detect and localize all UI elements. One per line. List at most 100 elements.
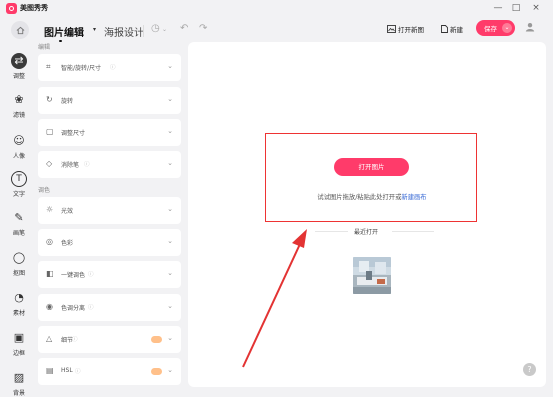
tool-label: 调整尺寸 xyxy=(61,130,86,137)
app-title: 美图秀秀 xyxy=(20,4,48,12)
chevron-down-icon[interactable]: ⌄ xyxy=(167,269,173,277)
eraser-icon: ◇ xyxy=(46,159,53,168)
history-icon[interactable]: ◷ xyxy=(151,23,160,34)
info-icon[interactable]: ⓘ xyxy=(72,335,78,343)
info-icon[interactable]: ⓘ xyxy=(75,367,81,375)
chevron-down-icon[interactable]: ⌄ xyxy=(167,237,173,245)
tab-image-edit[interactable]: 图片编辑 xyxy=(44,24,84,39)
chevron-down-icon[interactable]: ⌄ xyxy=(167,334,173,342)
rail-label: 画笔 xyxy=(12,230,25,237)
tool-detail[interactable]: △ 细节 ⓘ ⌄ xyxy=(38,326,181,353)
home-button[interactable] xyxy=(11,21,29,39)
rail-item-filter[interactable]: ❀ 滤镜 xyxy=(0,92,38,119)
tool-label: 一键调色 xyxy=(61,272,86,279)
tool-label: 色调分离 xyxy=(61,305,86,312)
sticker-icon: ◔ xyxy=(14,291,24,304)
rail-item-sticker[interactable]: ◔ 素材 xyxy=(0,290,38,317)
open-image-icon xyxy=(387,25,396,33)
open-image-button[interactable]: 打开图片 xyxy=(334,158,409,176)
tool-crop[interactable]: ⌗ 智能/旋转/尺寸 ⓘ ⌄ xyxy=(38,54,181,81)
tool-split-tone[interactable]: ◉ 色调分离 ⓘ ⌄ xyxy=(38,294,181,321)
save-button[interactable]: 保存 ⌄ xyxy=(476,20,515,36)
open-new-image-button[interactable]: 打开新图 xyxy=(387,24,424,34)
tool-label: 光效 xyxy=(61,208,74,215)
rail-item-text[interactable]: T 文字 xyxy=(0,171,38,198)
rail-label: 滤镜 xyxy=(12,112,25,119)
tool-eraser[interactable]: ◇ 消除笔 ⓘ ⌄ xyxy=(38,151,181,178)
adjust-icon: ⇄ xyxy=(11,53,27,69)
recent-image-thumbnail[interactable] xyxy=(353,257,391,294)
undo-icon[interactable]: ↶ xyxy=(180,23,188,34)
info-icon[interactable]: ⓘ xyxy=(88,303,94,311)
tool-label: 色彩 xyxy=(61,240,74,247)
chevron-down-icon[interactable]: ▾ xyxy=(93,26,96,33)
rail-label: 文字 xyxy=(12,191,25,198)
drop-hint-text: 试试图片拖放/粘贴此处打开或 xyxy=(317,194,402,201)
divider xyxy=(143,25,144,37)
chevron-down-icon[interactable]: ⌄ xyxy=(167,366,173,374)
rail-item-frame[interactable]: ▣ 边框 xyxy=(0,330,38,357)
rail-item-cutout[interactable]: ◯ 抠图 xyxy=(0,250,38,277)
redo-icon[interactable]: ↷ xyxy=(199,23,207,34)
split-tone-icon: ◉ xyxy=(46,302,53,311)
hsl-icon: ▤ xyxy=(46,366,54,375)
info-icon[interactable]: ⓘ xyxy=(88,270,94,278)
tool-one-click-color[interactable]: ◧ 一键调色 ⓘ ⌄ xyxy=(38,261,181,288)
chevron-down-icon[interactable]: ⌄ xyxy=(167,302,173,310)
vip-badge xyxy=(151,336,162,343)
canvas-area[interactable]: 打开图片 试试图片拖放/粘贴此处打开或新建画布 最近打开 ? xyxy=(188,42,546,387)
new-button[interactable]: 新建 xyxy=(441,24,463,34)
detail-icon: △ xyxy=(46,334,53,343)
chevron-down-icon[interactable]: ⌄ xyxy=(167,62,173,70)
vip-badge xyxy=(151,368,162,375)
new-label: 新建 xyxy=(450,26,463,34)
help-button[interactable]: ? xyxy=(523,363,536,376)
light-icon: ☼ xyxy=(46,205,54,214)
chevron-down-icon[interactable]: ⌄ xyxy=(167,159,173,167)
left-rail: ⇄ 调整 ❀ 滤镜 ☺ 人像 T 文字 ✎ 画笔 ◯ 抠图 ◔ 素材 ▣ 边框 … xyxy=(0,42,38,397)
chevron-down-icon[interactable]: ⌄ xyxy=(167,127,173,135)
section-label-edit: 编辑 xyxy=(38,44,51,51)
rail-label: 调整 xyxy=(12,73,25,80)
tool-color[interactable]: ◎ 色彩 ⌄ xyxy=(38,229,181,256)
chevron-down-icon[interactable]: ⌄ xyxy=(167,205,173,213)
user-icon[interactable] xyxy=(525,22,535,35)
cutout-icon: ◯ xyxy=(12,251,26,264)
chevron-down-icon[interactable]: ⌄ xyxy=(167,95,173,103)
tool-label: 消除笔 xyxy=(61,162,80,169)
color-icon: ◎ xyxy=(46,237,53,246)
top-toolbar: 图片编辑 ▾ 海报设计 ◷ ⌄ ↶ ↷ 打开新图 新建 保存 ⌄ xyxy=(0,14,553,42)
tool-hsl[interactable]: ▤ HSL ⓘ ⌄ xyxy=(38,358,181,385)
rail-item-adjust[interactable]: ⇄ 调整 xyxy=(0,53,38,80)
brush-icon: ✎ xyxy=(14,211,24,224)
save-label: 保存 xyxy=(484,25,497,33)
rail-label: 人像 xyxy=(12,153,25,160)
divider xyxy=(392,231,434,232)
open-image-dropzone[interactable]: 打开图片 试试图片拖放/粘贴此处打开或新建画布 xyxy=(265,133,477,222)
home-icon xyxy=(16,26,24,34)
new-canvas-link[interactable]: 新建画布 xyxy=(401,194,426,201)
filter-icon: ❀ xyxy=(14,93,24,106)
resize-icon: ▢ xyxy=(46,127,54,136)
rail-item-background[interactable]: ▨ 背景 xyxy=(0,370,38,397)
info-icon[interactable]: ⓘ xyxy=(84,160,90,168)
tool-resize[interactable]: ▢ 调整尺寸 ⌄ xyxy=(38,119,181,146)
maximize-button[interactable]: □ xyxy=(509,2,523,14)
tool-label: HSL xyxy=(61,367,73,374)
close-button[interactable]: × xyxy=(529,2,543,14)
tool-rotate[interactable]: ↻ 旋转 ⌄ xyxy=(38,87,181,114)
chevron-down-icon[interactable]: ⌄ xyxy=(502,23,512,33)
divider xyxy=(315,231,348,232)
crop-icon: ⌗ xyxy=(46,62,51,71)
tool-label: 旋转 xyxy=(61,98,74,105)
chevron-down-icon[interactable]: ⌄ xyxy=(162,26,167,33)
tool-light[interactable]: ☼ 光效 ⌄ xyxy=(38,197,181,224)
rail-item-brush[interactable]: ✎ 画笔 xyxy=(0,210,38,237)
minimize-button[interactable]: — xyxy=(491,2,505,14)
tab-poster-design[interactable]: 海报设计 xyxy=(104,24,144,39)
info-icon[interactable]: ⓘ xyxy=(110,63,116,71)
app-logo-icon xyxy=(6,3,17,14)
background-icon: ▨ xyxy=(13,371,25,384)
rail-label: 素材 xyxy=(12,310,25,317)
rail-item-portrait[interactable]: ☺ 人像 xyxy=(0,133,38,160)
